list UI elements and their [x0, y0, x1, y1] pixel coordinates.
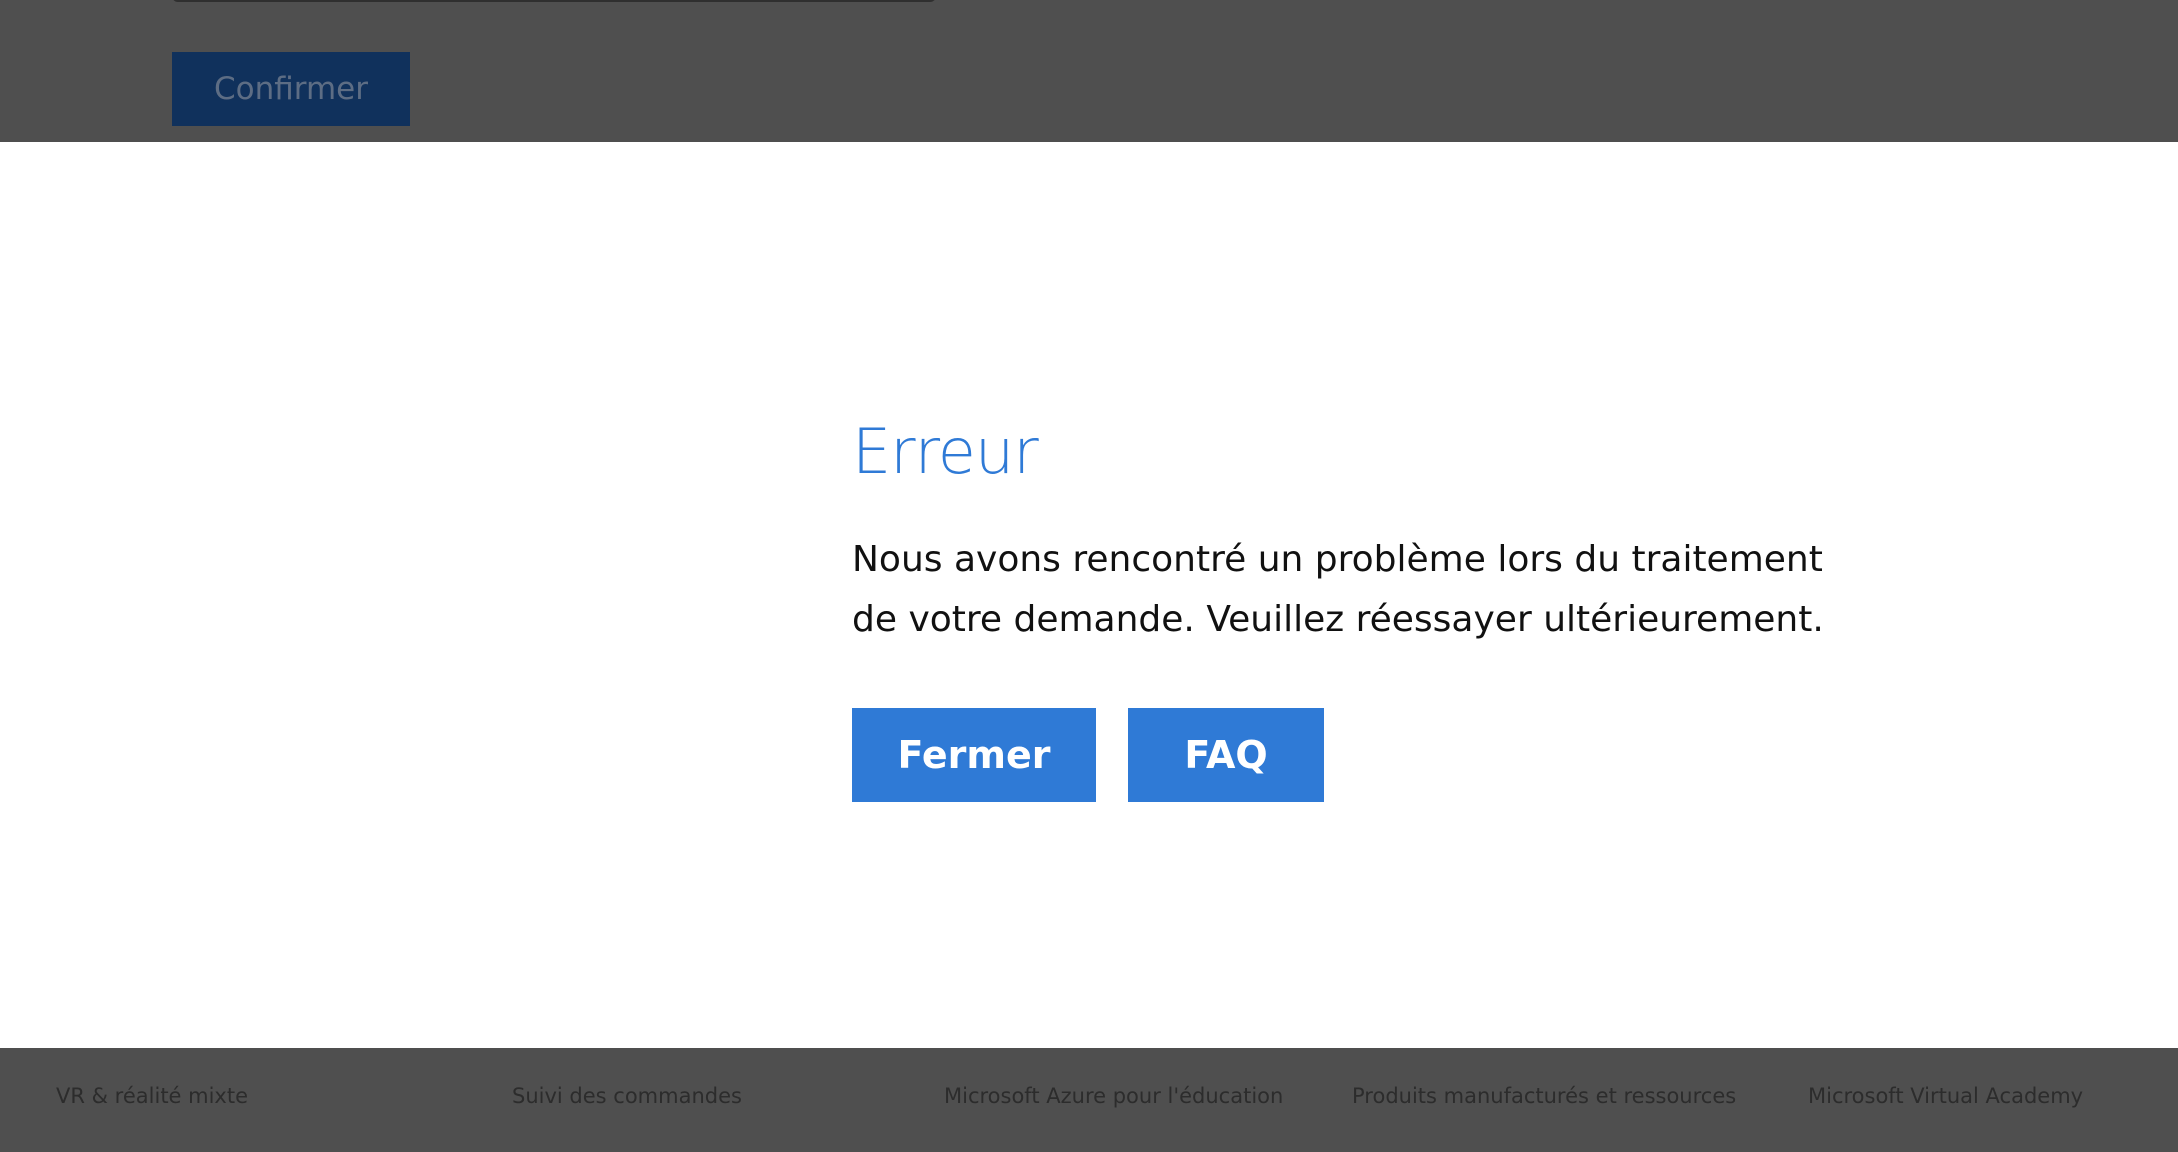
close-button[interactable]: Fermer	[852, 708, 1096, 802]
footer: VR & réalité mixte Suivi des commandes M…	[0, 1048, 2178, 1152]
error-dialog: Erreur Nous avons rencontré un problème …	[0, 142, 2178, 1048]
confirm-button: Confirmer	[172, 52, 410, 126]
footer-link-order-tracking: Suivi des commandes	[512, 1084, 742, 1108]
dialog-title: Erreur	[852, 415, 1039, 488]
footer-link-azure-education: Microsoft Azure pour l'éducation	[944, 1084, 1284, 1108]
faq-button[interactable]: FAQ	[1128, 708, 1324, 802]
error-dialog-content: Erreur Nous avons rencontré un problème …	[852, 414, 1852, 802]
footer-link-vr-mixed-reality: VR & réalité mixte	[56, 1084, 249, 1108]
footer-link-manufactured-products: Produits manufacturés et ressources	[1352, 1084, 1737, 1108]
footer-link-virtual-academy: Microsoft Virtual Academy	[1808, 1084, 2084, 1108]
background-input-field	[172, 0, 936, 2]
dialog-actions: Fermer FAQ	[852, 708, 1852, 802]
dialog-message: Nous avons rencontré un problème lors du…	[852, 539, 1824, 640]
